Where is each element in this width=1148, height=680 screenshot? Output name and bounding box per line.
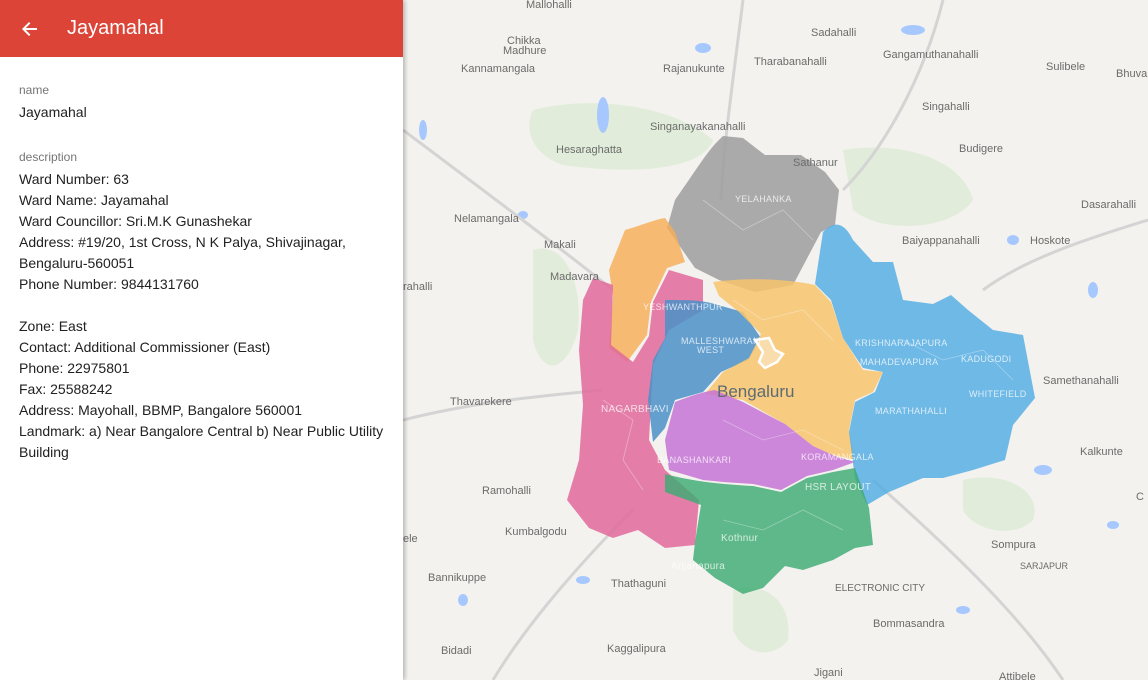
place-label: Rajanukunte — [663, 63, 725, 75]
description-line: Ward Councillor: Sri.M.K Gunashekar — [19, 213, 252, 229]
place-label: Tharabanahalli — [754, 56, 827, 68]
city-label: Bengaluru — [717, 382, 795, 401]
place-label: Bommasandra — [873, 618, 945, 630]
place-label: Dasarahalli — [1081, 199, 1136, 211]
area-label: BANASHANKARI — [657, 455, 731, 465]
description-value: Ward Number: 63 Ward Name: Jayamahal War… — [19, 169, 384, 463]
place-label: Attibele — [999, 671, 1036, 680]
area-label: MAHADEVAPURA — [860, 357, 938, 367]
area-label: MARATHAHALLI — [875, 406, 947, 416]
place-label: SARJAPUR — [1020, 561, 1069, 571]
place-label: Kaggalipura — [607, 643, 667, 655]
place-label: rahalli — [403, 281, 432, 293]
place-label: Kumbalgodu — [505, 526, 567, 538]
description-line: Fax: 25588242 — [19, 381, 113, 397]
description-line: Landmark: a) Near Bangalore Central b) N… — [19, 423, 384, 439]
arrow-back-icon — [22, 21, 37, 36]
description-line — [19, 295, 384, 316]
place-label: Samethanahalli — [1043, 375, 1119, 387]
place-label: Nelamangala — [454, 213, 520, 225]
place-label: Sathanur — [793, 157, 838, 169]
description-line: Ward Name: Jayamahal — [19, 192, 169, 208]
place-label: Bannikuppe — [428, 572, 486, 584]
description-line: Building — [19, 444, 69, 460]
area-label: HSR LAYOUT — [805, 482, 871, 493]
name-value: Jayamahal — [19, 104, 87, 120]
map-canvas[interactable]: Mallohalli Chikka Madhure Sadahalli Gang… — [403, 0, 1148, 680]
description-line: Zone: East — [19, 318, 87, 334]
place-label: ele — [403, 533, 418, 545]
place-label: Mallohalli — [526, 0, 572, 11]
place-label: Thavarekere — [450, 396, 512, 408]
description-label: description — [19, 150, 78, 164]
place-label: Kalkunte — [1080, 446, 1123, 458]
place-label: Thathaguni — [611, 578, 666, 590]
place-label: Bidadi — [441, 645, 472, 657]
place-label: Ramohalli — [482, 485, 531, 497]
place-label: Singanayakanahalli — [650, 121, 745, 133]
area-label: KORAMANGALA — [801, 452, 874, 462]
place-label: Hesaraghatta — [556, 144, 623, 156]
place-label: C — [1136, 491, 1144, 503]
area-label: WEST — [697, 345, 724, 355]
area-label: WHITEFIELD — [969, 389, 1027, 399]
place-label: Madhure — [503, 45, 546, 57]
description-line: Address: #19/20, 1st Cross, N K Palya, S… — [19, 234, 346, 250]
details-panel: Jayamahal name Jayamahal description War… — [0, 0, 403, 680]
area-label: KRISHNARAJAPURA — [855, 338, 948, 348]
place-label: Sompura — [991, 539, 1037, 551]
place-label: Hoskote — [1030, 235, 1070, 247]
area-label: YELAHANKA — [735, 194, 792, 204]
place-label: Singahalli — [922, 101, 970, 113]
place-label: Makali — [544, 239, 576, 251]
name-label: name — [19, 83, 50, 97]
panel-header: Jayamahal — [0, 0, 403, 57]
place-label: Madavara — [550, 271, 600, 283]
place-label: Budigere — [959, 143, 1003, 155]
area-label: Anjanapura — [671, 561, 725, 572]
description-line: Contact: Additional Commissioner (East) — [19, 339, 271, 355]
description-line: Phone: 22975801 — [19, 360, 130, 376]
area-label: KADUGODI — [961, 354, 1011, 364]
area-label: YESHWANTHPUR — [643, 302, 723, 312]
place-label: Baiyappanahalli — [902, 235, 980, 247]
place-label: ELECTRONIC CITY — [835, 583, 925, 594]
description-line: Phone Number: 9844131760 — [19, 276, 199, 292]
place-label: Gangamuthanahalli — [883, 49, 978, 61]
place-label: Sulibele — [1046, 61, 1085, 73]
place-label: Bhuva — [1116, 68, 1148, 80]
description-line: Ward Number: 63 — [19, 171, 129, 187]
place-label: Jigani — [814, 667, 843, 679]
description-line: Address: Mayohall, BBMP, Bangalore 56000… — [19, 402, 303, 418]
area-label: Kothnur — [721, 533, 758, 544]
panel-title: Jayamahal — [67, 17, 164, 39]
place-label: Kannamangala — [461, 63, 536, 75]
map-view[interactable]: Mallohalli Chikka Madhure Sadahalli Gang… — [403, 0, 1148, 680]
area-label: NAGARBHAVI — [601, 404, 669, 415]
description-line: Bengaluru-560051 — [19, 255, 135, 271]
place-label: Sadahalli — [811, 27, 856, 39]
back-button[interactable] — [15, 14, 45, 44]
